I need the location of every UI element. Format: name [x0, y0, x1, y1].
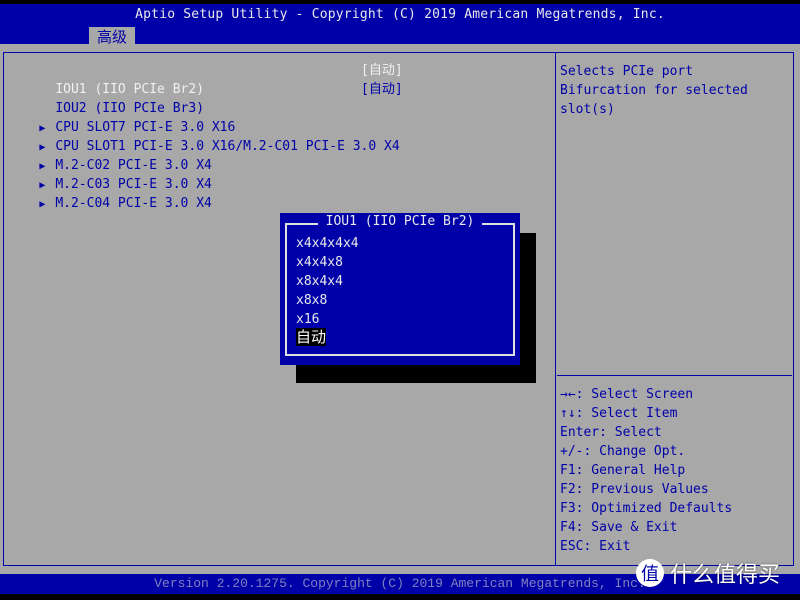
- key-hint-change-opt: +/-: Change Opt.: [560, 444, 686, 459]
- submenu-arrow-icon: ▶: [39, 199, 46, 210]
- popup-option[interactable]: x4x4x4x4: [296, 234, 359, 253]
- key-hint-esc: ESC: Exit: [560, 539, 631, 554]
- help-description-line: Bifurcation for selected: [560, 83, 748, 98]
- watermark-logo-icon: 值: [636, 559, 664, 587]
- panel-divider: [555, 52, 556, 566]
- key-hint-select-item: ↑↓: Select Item: [560, 406, 678, 421]
- menu-item-m2-c04[interactable]: ▶ M.2-C04 PCI-E 3.0 X4: [8, 175, 212, 211]
- popup-option[interactable]: x16: [296, 310, 319, 329]
- popup-option[interactable]: x4x4x8: [296, 253, 343, 272]
- key-hint-f2: F2: Previous Values: [560, 482, 709, 497]
- menu-item-label: M.2-C04 PCI-E 3.0 X4: [55, 196, 212, 211]
- help-divider: [557, 375, 792, 376]
- option-label: x4x4x4x4: [296, 236, 359, 251]
- key-hint-select-screen: →←: Select Screen: [560, 387, 694, 402]
- popup-option-selected[interactable]: 自动: [296, 328, 327, 347]
- title-bar: Aptio Setup Utility - Copyright (C) 2019…: [0, 4, 800, 48]
- menu-item-value[interactable]: [自动]: [361, 80, 403, 99]
- watermark: 值 什么值得买: [636, 557, 780, 589]
- option-label: 自动: [296, 328, 327, 346]
- help-description-line: Selects PCIe port: [560, 64, 694, 79]
- menu-item-iou2[interactable]: IOU2 (IIO PCIe Br3) [自动]: [8, 80, 402, 116]
- key-hint-enter: Enter: Select: [560, 425, 662, 440]
- menu-item-m2-c02[interactable]: ▶ M.2-C02 PCI-E 3.0 X4: [8, 137, 212, 173]
- option-label: x16: [296, 312, 320, 327]
- menu-item-iou1[interactable]: IOU1 (IIO PCIe Br2) [自动]: [8, 61, 402, 97]
- menu-item-value[interactable]: [自动]: [361, 61, 403, 80]
- key-hint-f4: F4: Save & Exit: [560, 520, 678, 535]
- key-hint-f1: F1: General Help: [560, 463, 686, 478]
- app-title: Aptio Setup Utility - Copyright (C) 2019…: [135, 7, 665, 22]
- option-label: x8x8: [296, 293, 328, 308]
- help-description-line: slot(s): [560, 102, 615, 117]
- menu-item-cpu-slot1[interactable]: ▶ CPU SLOT1 PCI-E 3.0 X16/M.2-C01 PCI-E 3…: [8, 118, 399, 154]
- popup-title-text: IOU1 (IIO PCIe Br2): [317, 214, 483, 229]
- key-hint-f3: F3: Optimized Defaults: [560, 501, 733, 516]
- menu-item-m2-c03[interactable]: ▶ M.2-C03 PCI-E 3.0 X4: [8, 156, 212, 192]
- option-label: x4x4x8: [296, 255, 343, 270]
- option-label: x8x4x4: [296, 274, 343, 289]
- popup-option[interactable]: x8x4x4: [296, 272, 343, 291]
- popup-option[interactable]: x8x8: [296, 291, 327, 310]
- popup-title: IOU1 (IIO PCIe Br2): [280, 214, 520, 229]
- menu-item-cpu-slot7[interactable]: ▶ CPU SLOT7 PCI-E 3.0 X16: [8, 99, 235, 135]
- watermark-text: 什么值得买: [670, 563, 781, 588]
- option-popup: IOU1 (IIO PCIe Br2) x4x4x4x4 x4x4x8 x8x4…: [280, 213, 520, 365]
